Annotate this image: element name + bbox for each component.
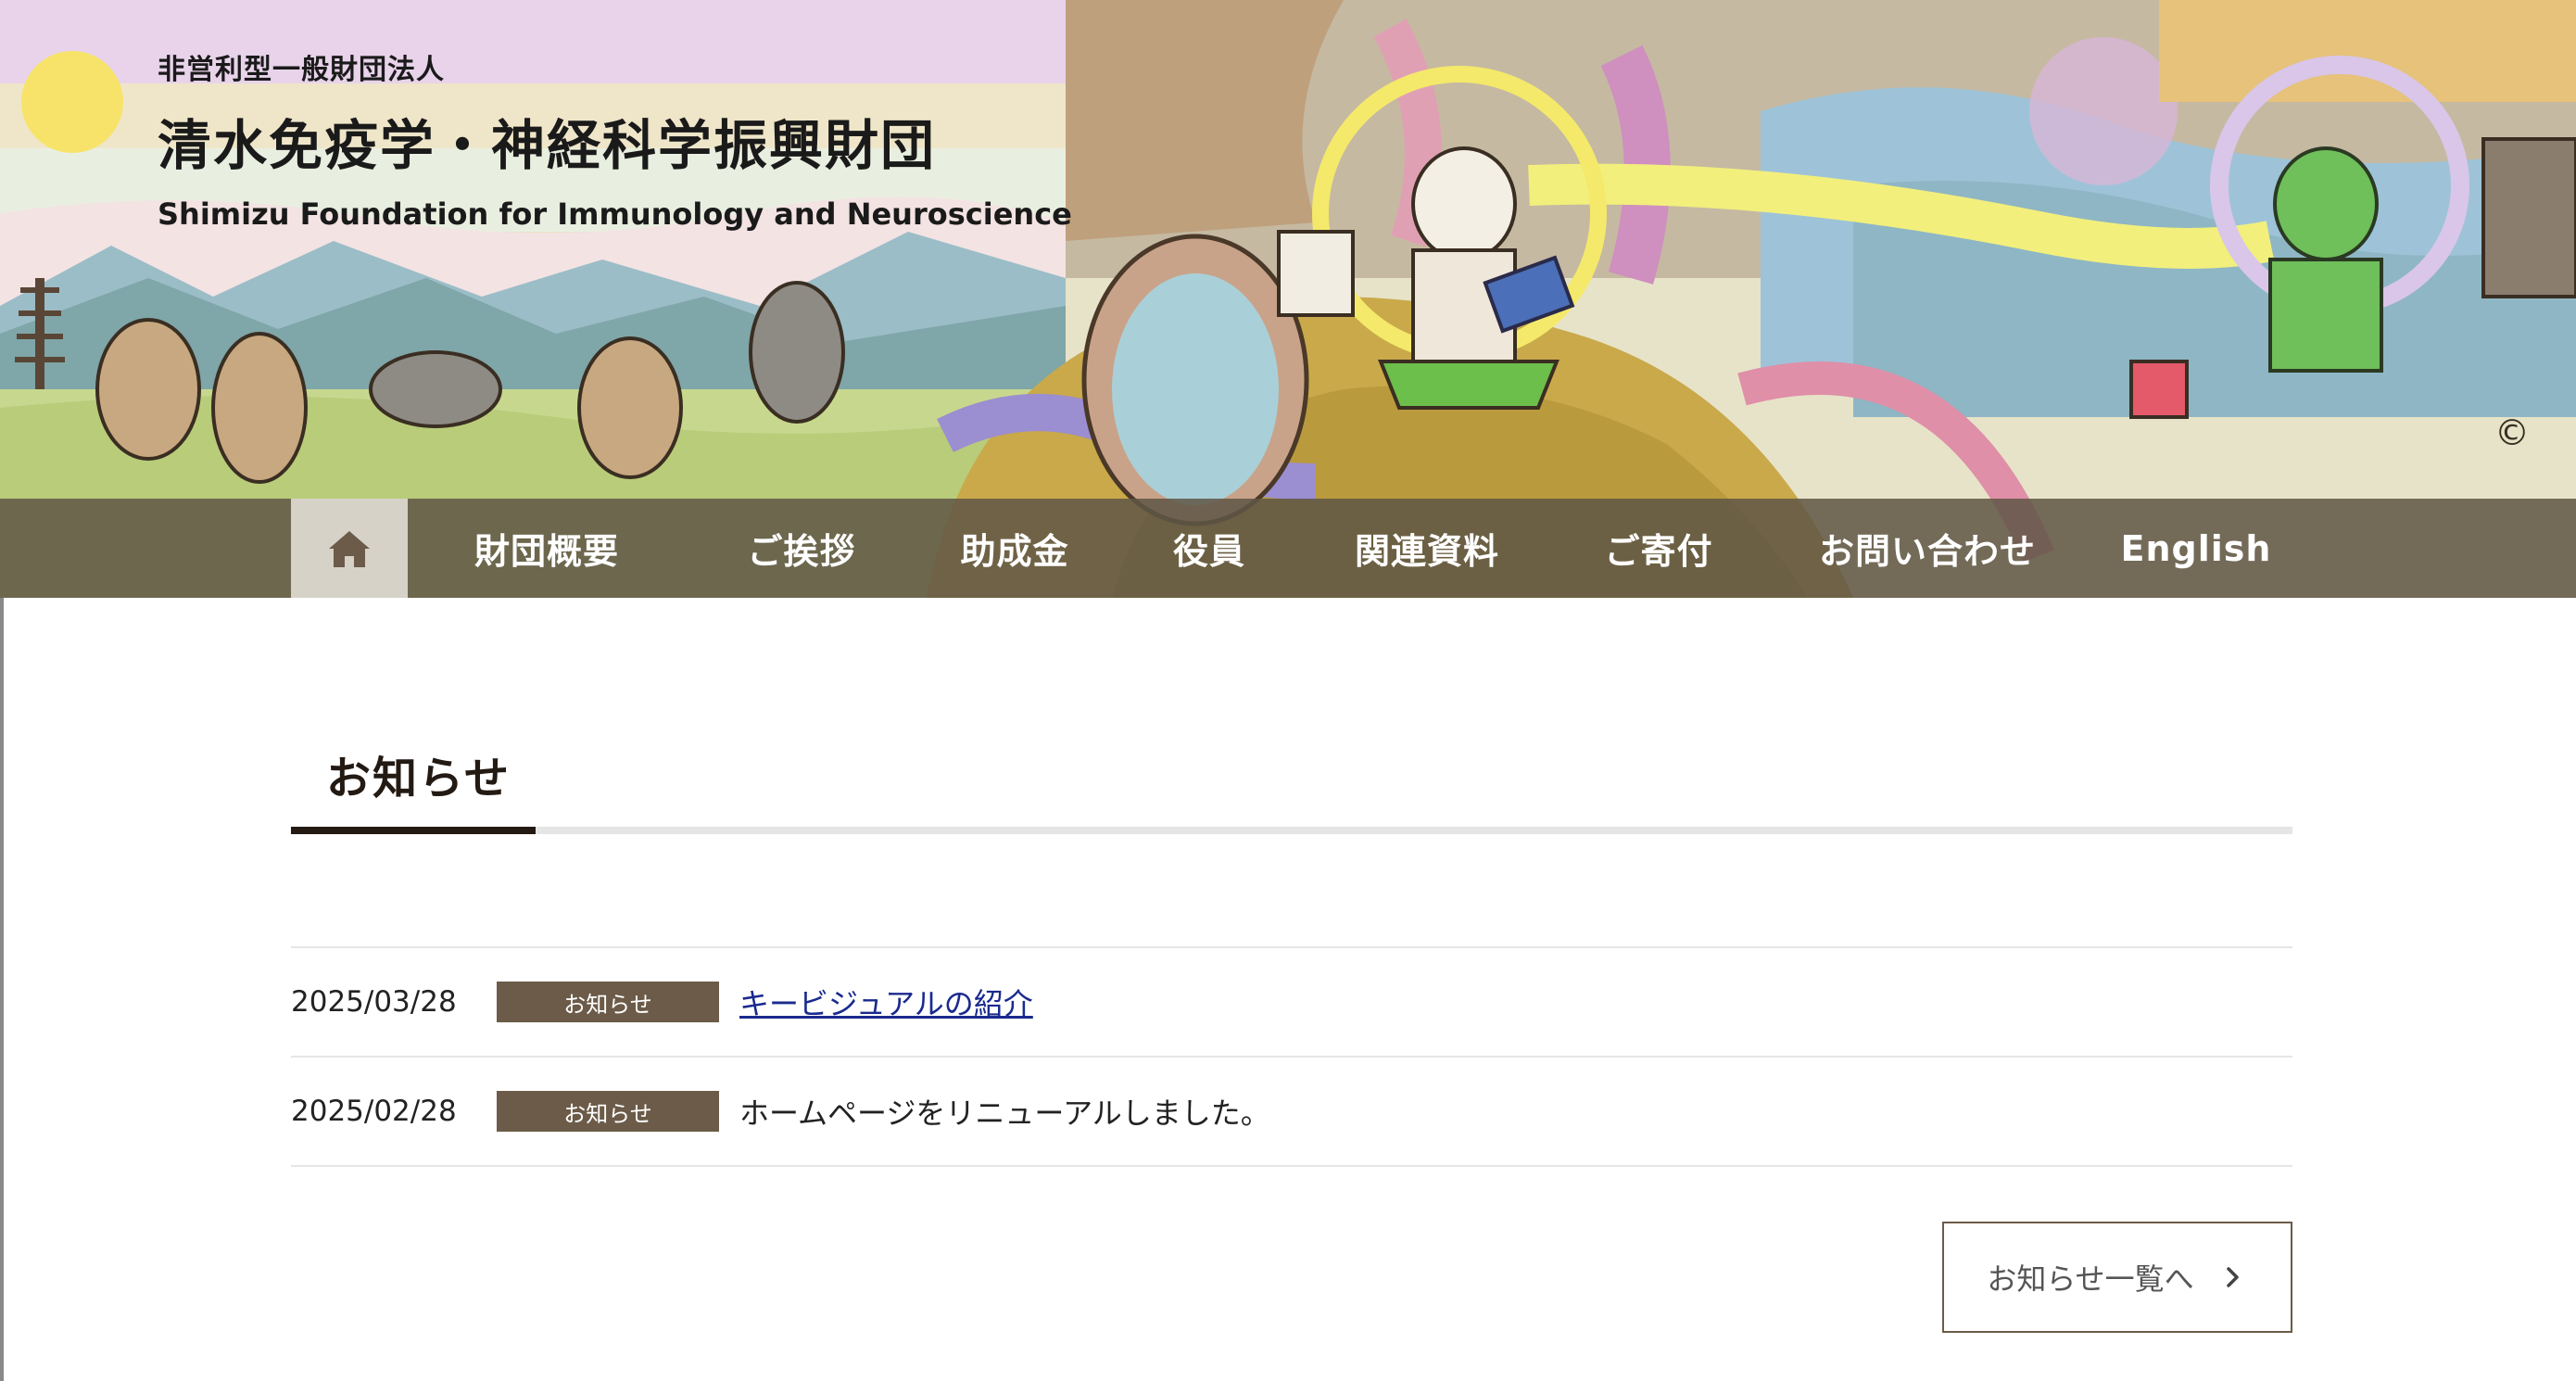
nav-item-donation[interactable]: ご寄付 (1547, 499, 1770, 598)
news-date: 2025/03/28 (291, 985, 457, 1019)
header-banner: © 非営利型一般財団法人 清水免疫学・神経科学振興財団 Shimizu Foun… (0, 0, 2576, 598)
nav-item-english[interactable]: English (2085, 499, 2307, 598)
org-type-label: 非営利型一般財団法人 (158, 54, 445, 86)
category-badge: お知らせ (497, 1091, 719, 1132)
nav-item-grants[interactable]: 助成金 (917, 499, 1112, 598)
news-title: ホームページをリニューアルしました。 (739, 1096, 1270, 1131)
nav-item-documents[interactable]: 関連資料 (1307, 499, 1547, 598)
nav-item-greeting[interactable]: ご挨拶 (686, 499, 917, 598)
category-badge: お知らせ (497, 982, 719, 1022)
nav-item-contact[interactable]: お問い合わせ (1770, 499, 2085, 598)
news-list: 2025/03/28 お知らせ キービジュアルの紹介 2025/02/28 お知… (291, 946, 2292, 1167)
nav-home[interactable] (291, 499, 408, 598)
window-edge (0, 598, 4, 1381)
news-list-more-button[interactable]: お知らせ一覧へ (1942, 1222, 2292, 1333)
news-row: 2025/02/28 お知らせ ホームページをリニューアルしました。 (291, 1058, 2292, 1167)
news-date: 2025/02/28 (291, 1095, 457, 1128)
news-title-link[interactable]: キービジュアルの紹介 (739, 981, 1033, 1023)
global-nav: 財団概要 ご挨拶 助成金 役員 関連資料 ご寄付 お問い合わせ English (0, 499, 2576, 598)
title-underline-accent (291, 827, 536, 834)
title-underline (291, 827, 2292, 834)
chevron-right-icon (2226, 1267, 2239, 1287)
site-brand[interactable]: 非営利型一般財団法人 清水免疫学・神経科学振興財団 Shimizu Founda… (158, 46, 1072, 232)
svg-text:©: © (2494, 412, 2530, 453)
site-title-en: Shimizu Foundation for Immunology and Ne… (158, 196, 1072, 232)
nav-items: 財団概要 ご挨拶 助成金 役員 関連資料 ご寄付 お問い合わせ English (291, 499, 2307, 598)
section-title: お知らせ (326, 753, 511, 805)
nav-item-officers[interactable]: 役員 (1112, 499, 1307, 598)
nav-item-about[interactable]: 財団概要 (408, 499, 686, 598)
site-title: 清水免疫学・神経科学振興財団 (158, 114, 937, 177)
news-row: 2025/03/28 お知らせ キービジュアルの紹介 (291, 948, 2292, 1058)
home-icon (329, 530, 370, 567)
more-button-label: お知らせ一覧へ (1987, 1261, 2194, 1297)
